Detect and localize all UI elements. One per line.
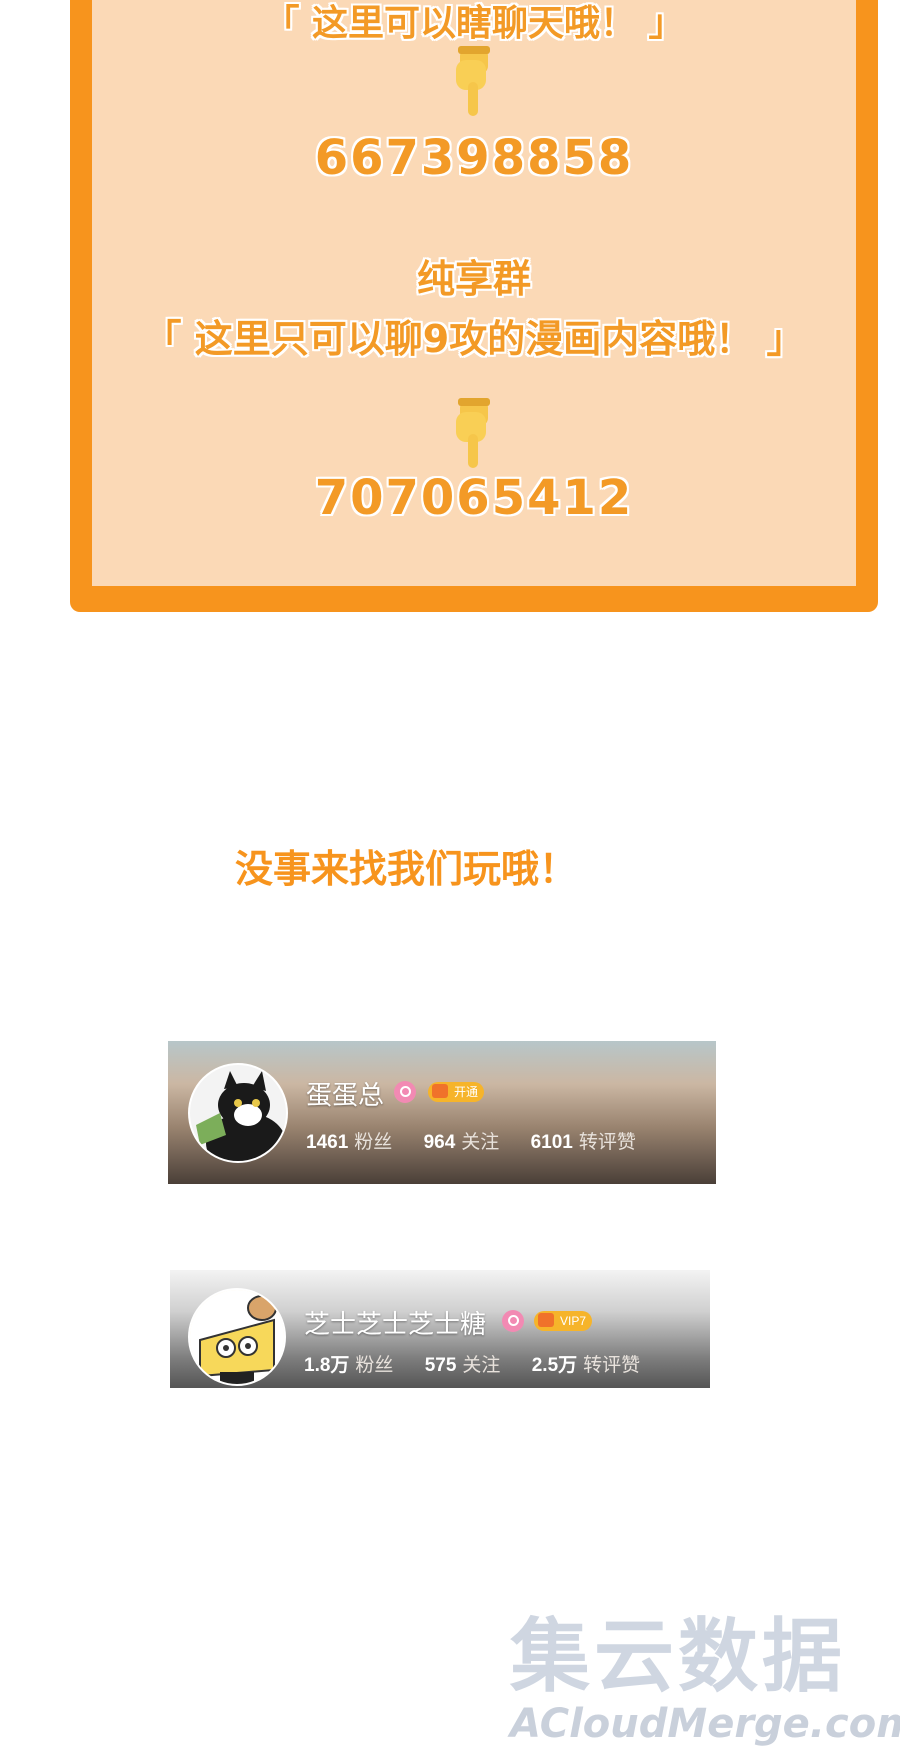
following-label: 关注 xyxy=(461,1132,500,1153)
followers-label: 粉丝 xyxy=(354,1132,393,1153)
watermark-en: ACloudMerge.com xyxy=(510,1701,900,1747)
search-badge-icon xyxy=(502,1310,524,1332)
vip-badge[interactable]: VIP7 xyxy=(534,1311,593,1331)
followers-count: 1461 xyxy=(306,1132,349,1153)
engagement-count: 6101 xyxy=(530,1132,573,1153)
watermark: 集云数据 ACloudMerge.com xyxy=(510,1610,900,1747)
engagement-label: 转评赞 xyxy=(578,1132,636,1153)
following-count: 575 xyxy=(424,1355,457,1376)
followers-stat[interactable]: 1461 粉丝 xyxy=(306,1127,392,1154)
profile-stats: 1461 粉丝 964 关注 6101 转评赞 xyxy=(306,1127,662,1154)
invite-heading: 没事来找我们玩哦！ xyxy=(235,847,578,891)
following-stat[interactable]: 964 关注 xyxy=(424,1127,500,1154)
engagement-count: 2.5万 xyxy=(531,1355,578,1376)
profile-card[interactable]: 蛋蛋总 开通 1461 粉丝 964 关注 6101 转评赞 xyxy=(168,1041,716,1184)
search-badge-icon xyxy=(394,1081,416,1103)
pure-group-description: 「 这里只可以聊9攻的漫画内容哦！ 」 xyxy=(143,317,805,361)
avatar[interactable] xyxy=(188,1063,288,1163)
watermark-cn: 集云数据 xyxy=(510,1610,846,1703)
avatar[interactable] xyxy=(188,1288,286,1386)
pointing-down-hand-icon xyxy=(456,46,490,116)
pointing-down-hand-icon xyxy=(456,398,490,468)
profile-stats: 1.8万 粉丝 575 关注 2.5万 转评赞 xyxy=(304,1350,666,1377)
chat-group-description: 「 这里可以瞎聊天哦！ 」 xyxy=(263,3,685,44)
pure-group-title: 纯享群 xyxy=(416,257,531,301)
cheese-avatar-icon xyxy=(190,1290,284,1384)
pure-group-number: 707065412 xyxy=(314,470,634,526)
following-stat[interactable]: 575 关注 xyxy=(425,1350,501,1377)
chat-group-number: 667398858 xyxy=(314,130,634,186)
profile-name: 芝士芝士芝士糖 xyxy=(304,1309,487,1339)
qq-group-panel: 「 这里可以瞎聊天哦！ 」 667398858 纯享群 「 这里只可以聊9攻的漫… xyxy=(70,0,878,612)
profile-name: 蛋蛋总 xyxy=(306,1080,385,1110)
profile-card[interactable]: 芝士芝士芝士糖 VIP7 1.8万 粉丝 575 关注 2.5万 转评赞 xyxy=(170,1270,710,1388)
vip-badge[interactable]: 开通 xyxy=(428,1082,485,1102)
followers-stat[interactable]: 1.8万 粉丝 xyxy=(304,1350,393,1377)
qq-group-panel-inner: 「 这里可以瞎聊天哦！ 」 667398858 纯享群 「 这里只可以聊9攻的漫… xyxy=(92,0,856,586)
engagement-stat[interactable]: 2.5万 转评赞 xyxy=(532,1350,640,1377)
followers-count: 1.8万 xyxy=(304,1355,350,1376)
engagement-stat[interactable]: 6101 转评赞 xyxy=(531,1127,636,1154)
following-count: 964 xyxy=(423,1132,456,1153)
cat-avatar-icon xyxy=(190,1065,286,1161)
followers-label: 粉丝 xyxy=(355,1355,394,1376)
engagement-label: 转评赞 xyxy=(583,1355,641,1376)
following-label: 关注 xyxy=(462,1355,501,1376)
